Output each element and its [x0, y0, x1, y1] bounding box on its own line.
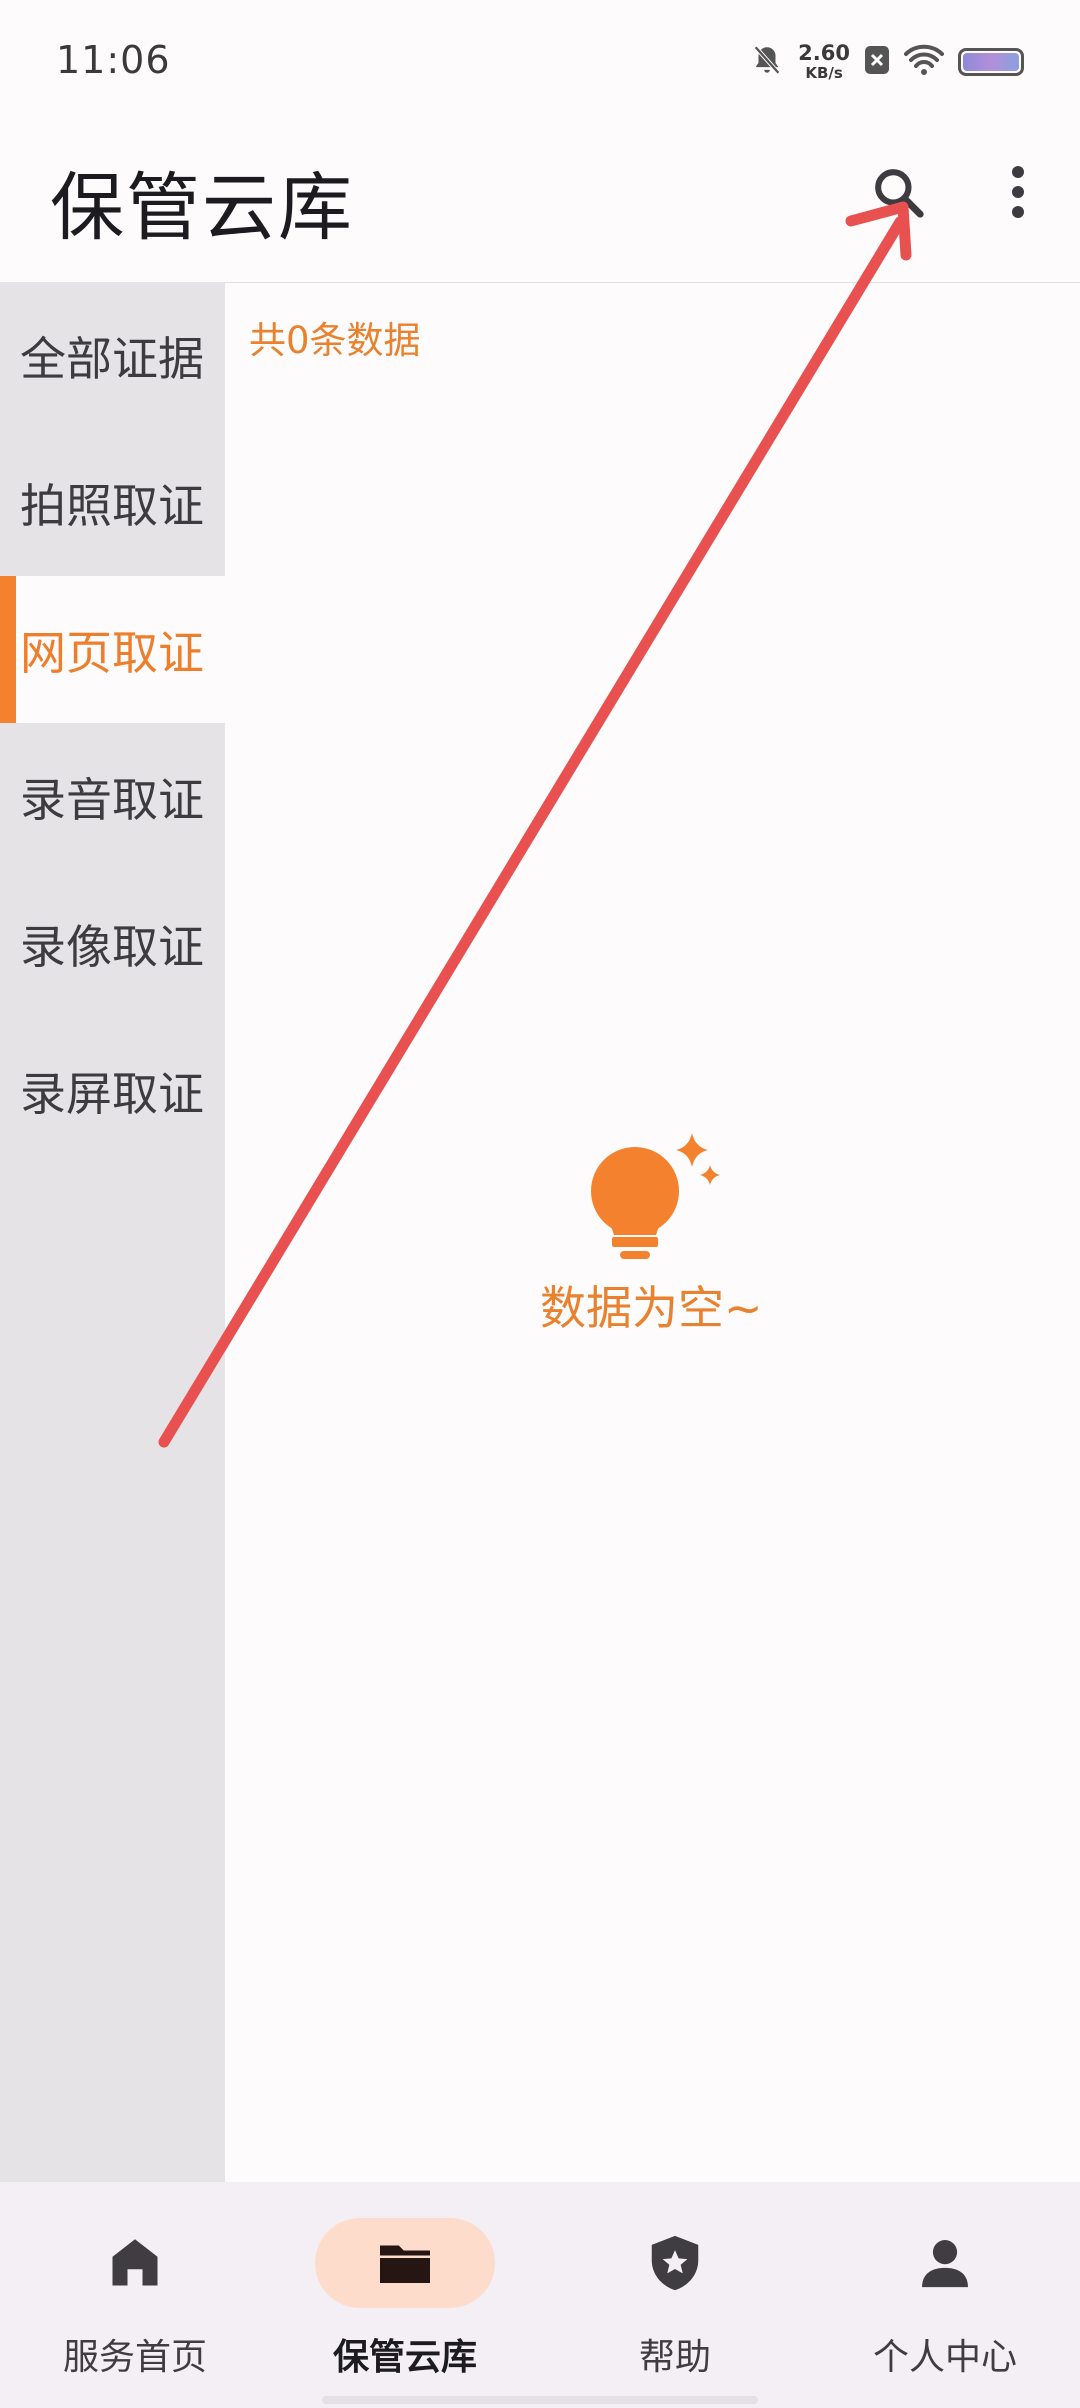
nav-item-profile[interactable]: 个人中心: [810, 2182, 1080, 2408]
search-button[interactable]: [862, 156, 934, 228]
page-title: 保管云库: [50, 165, 354, 251]
more-vert-icon: [1012, 166, 1024, 218]
nav-pill: [585, 2218, 765, 2308]
status-bar: 11:06 2.60 KB/s: [0, 0, 1080, 126]
sidebar-item-screen-record[interactable]: 录屏取证: [0, 1017, 225, 1164]
person-icon: [922, 2240, 968, 2288]
bottom-navigation: 服务首页 保管云库 帮助 个人中心: [0, 2182, 1080, 2408]
sidebar-item-video[interactable]: 录像取证: [0, 870, 225, 1017]
net-speed: 2.60 KB/s: [798, 43, 850, 81]
nav-label: 保管云库: [332, 2337, 477, 2378]
nav-label: 服务首页: [62, 2337, 207, 2378]
nav-pill: [855, 2218, 1035, 2308]
sidebar-item-audio[interactable]: 录音取证: [0, 723, 225, 870]
shield-star-icon: [651, 2235, 699, 2291]
empty-message: 数据为空~: [540, 1281, 763, 1335]
wifi-icon: [904, 44, 944, 80]
net-speed-value: 2.60: [798, 41, 850, 65]
nav-item-home[interactable]: 服务首页: [0, 2182, 270, 2408]
sim-error-icon: [864, 45, 890, 79]
search-icon: [875, 169, 924, 218]
category-sidebar: 全部证据 拍照取证 网页取证 录音取证 录像取证 录屏取证: [0, 282, 225, 2182]
nav-label: 个人中心: [872, 2337, 1017, 2378]
sidebar-item-webpage[interactable]: 网页取证: [0, 576, 225, 723]
nav-pill: [45, 2218, 225, 2308]
nav-item-cloud-vault[interactable]: 保管云库: [270, 2182, 540, 2408]
sidebar-item-all-evidence[interactable]: 全部证据: [0, 282, 225, 429]
nav-label: 帮助: [638, 2337, 711, 2378]
lightbulb-sparkle-icon: [591, 1133, 720, 1259]
empty-state: [520, 1125, 780, 1269]
battery-icon: [958, 48, 1024, 76]
status-time: 11:06: [56, 38, 171, 82]
record-count: 共0条数据: [249, 319, 421, 362]
app-bar: 保管云库: [0, 126, 1080, 283]
more-options-button[interactable]: [1000, 156, 1036, 228]
sidebar-item-photo[interactable]: 拍照取证: [0, 429, 225, 576]
net-speed-unit: KB/s: [805, 64, 843, 82]
gesture-bar: [322, 2396, 758, 2404]
bell-off-icon: [750, 43, 784, 81]
nav-item-help[interactable]: 帮助: [540, 2182, 810, 2408]
home-icon: [112, 2239, 158, 2286]
folder-icon: [380, 2245, 430, 2283]
status-icons: 2.60 KB/s: [750, 40, 1024, 84]
nav-pill-active: [315, 2218, 495, 2308]
